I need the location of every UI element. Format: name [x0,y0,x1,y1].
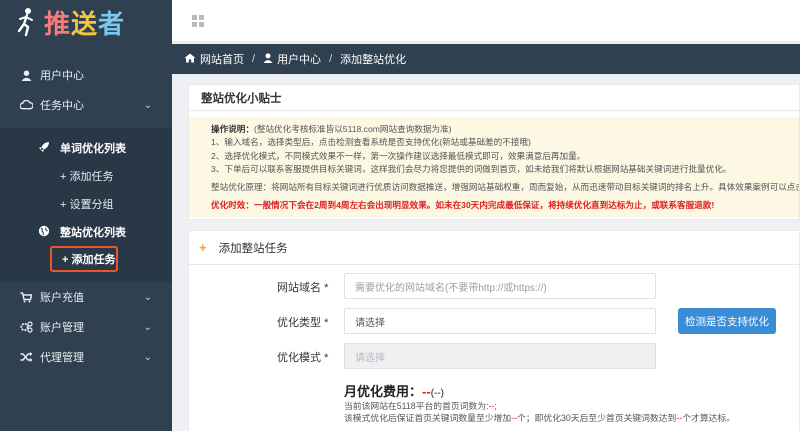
sidebar-item-user-center[interactable]: 用户中心 [0,60,172,90]
grid-menu-icon[interactable] [192,15,204,27]
logo[interactable]: 推送者 [0,0,172,44]
cloud-icon [18,100,34,110]
breadcrumb-separator: / [329,53,333,65]
sidebar-item-word-list[interactable]: 单词优化列表 [0,134,172,162]
form-title: + 添加整站任务 [189,231,799,265]
mode-select[interactable]: 请选择 [344,343,656,369]
globe-icon [38,225,52,240]
mode-label: 优化模式 * [277,352,329,364]
rocket-icon [38,141,52,156]
check-support-button[interactable]: 检测是否支持优化 [678,308,776,334]
sidebar-item-agent-manage[interactable]: 代理管理 ⌄ [0,342,172,372]
sidebar: 推送者 用户中心 任务中心 ⌄ 单词优化列表 + 添加任务 + 设置分组 整站优… [0,0,172,431]
chevron-down-icon: ⌄ [143,321,152,333]
user-icon [18,69,34,81]
tip-line-1: 1、输入域名，选择类型后，点击检测查看系统是否支持优化(新站或基础差的不接哦) [211,137,531,148]
shuffle-icon [18,352,34,362]
breadcrumb: 网站首页 / 用户中心 / 添加整站优化 [172,44,800,74]
logo-text: 推送者 [44,8,126,39]
cart-icon [18,291,34,303]
sidebar-item-label: 整站优化列表 [60,227,126,239]
top-bar [172,0,800,42]
tips-body: 操作说明：(整站优化考核标准皆以5118.com网站查询数据为准) 1、输入域名… [189,117,799,217]
gears-icon [18,321,34,333]
domain-row: 网站域名 * 需要优化的网站域名(不要带http://或https://) [189,273,800,299]
form-title-text: 添加整站任务 [218,242,288,255]
task-submenu: 单词优化列表 + 添加任务 + 设置分组 整站优化列表 + 添加任务 [0,128,172,282]
breadcrumb-user-center[interactable]: 用户中心 [277,51,321,67]
fee-title: 月优化费用：--(--) [344,384,445,399]
breadcrumb-separator: / [252,53,256,65]
guarantee-line: 该模式优化后保证首页关键词数量至少增加--个；即优化30天后至少首页关键词数达到… [344,413,736,423]
tip-timing: 优化时效：一般情况下会在2周到4周左右会出现明显效果。如未在30天内完成最低保证… [211,200,715,211]
current-count-line: 当前该网站在5118平台的首页词数为:--; [344,401,497,411]
sidebar-item-recharge[interactable]: 账户充值 ⌄ [0,282,172,312]
sidebar-link-add-site-task[interactable]: + 添加任务 [50,246,118,272]
tips-panel: 整站优化小贴士 操作说明：(整站优化考核标准皆以5118.com网站查询数据为准… [188,84,800,220]
sidebar-item-task-center[interactable]: 任务中心 ⌄ [0,90,172,120]
mode-row: 优化模式 * 请选择 [189,343,800,369]
sidebar-item-label: 账户管理 [40,322,84,334]
sidebar-item-label: 用户中心 [40,70,84,82]
breadcrumb-home[interactable]: 网站首页 [200,51,244,67]
sidebar-item-label: 账户充值 [40,292,84,304]
sidebar-item-account-manage[interactable]: 账户管理 ⌄ [0,312,172,342]
sidebar-item-site-list[interactable]: 整站优化列表 [0,218,172,246]
user-icon [263,52,273,66]
tip-line-3: 3、下单后可以联系客服提供目标关键词，这样我们会尽力将您提供的词做到首页，如未给… [211,163,732,174]
domain-label: 网站域名 * [277,282,329,294]
chevron-down-icon: ⌄ [143,351,152,363]
sidebar-item-label: 任务中心 [40,100,84,112]
type-select[interactable]: 请选择 [344,308,656,334]
type-label: 优化类型 * [277,317,329,329]
tips-title: 整站优化小贴士 [189,85,799,111]
domain-input[interactable]: 需要优化的网站域名(不要带http://或https://) [344,273,656,299]
sidebar-link-set-group[interactable]: + 设置分组 [0,190,172,218]
type-row: 优化类型 * 请选择 检测是否支持优化 [189,308,800,334]
fee-block: 月优化费用：--(--) 当前该网站在5118平台的首页词数为:--; 该模式优… [344,381,735,424]
sidebar-item-label: 单词优化列表 [60,143,126,155]
sidebar-item-label: 代理管理 [40,352,84,364]
chevron-down-icon: ⌄ [143,291,152,303]
add-site-task-panel: + 添加整站任务 网站域名 * 需要优化的网站域名(不要带http://或htt… [188,230,800,431]
plus-icon: + [199,240,207,255]
runner-logo-icon [17,8,33,37]
chevron-down-icon: ⌄ [143,99,152,111]
sidebar-link-add-task[interactable]: + 添加任务 [0,162,172,190]
tip-principle: 整站优化原理：将网站所有目标关键词进行优质访问数据推送，增强网站基础权重，周而复… [211,182,799,193]
breadcrumb-current: 添加整站优化 [340,54,407,66]
home-icon [184,53,196,66]
op-instructions: 操作说明：(整站优化考核标准皆以5118.com网站查询数据为准) [211,124,452,134]
tip-line-2: 2、选择优化模式，不同模式效果不一样，第一次操作建议选择最低模式即可，效果满意后… [211,150,586,161]
